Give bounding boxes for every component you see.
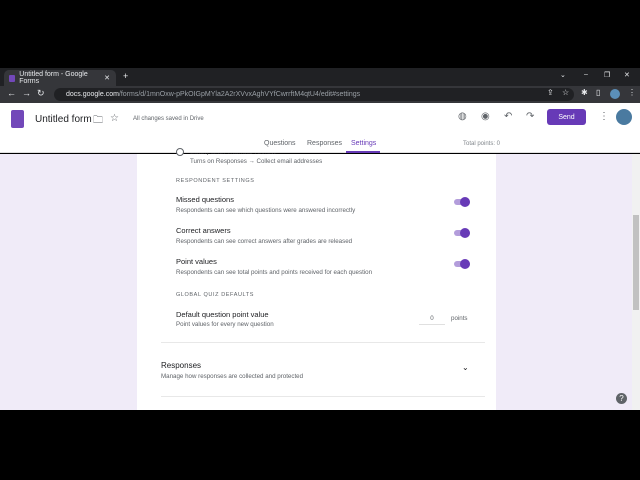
bookmark-star-icon[interactable]: ☆ [562,88,569,97]
tab-title: Untitled form - Google Forms [19,71,88,85]
profile-avatar[interactable] [610,89,620,99]
form-title[interactable]: Untitled form [35,114,92,125]
point-values-desc: Respondents can see total points and poi… [176,269,373,276]
close-window-icon[interactable]: ✕ [624,71,630,79]
responses-section-title[interactable]: Responses [161,361,201,370]
reload-icon[interactable]: ↻ [37,88,45,99]
close-tab-icon[interactable]: ✕ [104,74,110,82]
active-tab-indicator [346,151,380,153]
redo-icon[interactable]: ↷ [526,111,534,122]
folder-icon[interactable]: 🗀 [93,113,103,130]
back-icon[interactable]: ← [7,88,16,98]
palette-icon[interactable]: ◍ [458,111,467,122]
option-desc: Turns on Responses → Collect email addre… [190,158,323,165]
new-tab-icon[interactable]: + [123,71,128,81]
default-point-title: Default question point value [176,310,269,319]
side-panel-icon[interactable]: ▯ [596,88,600,97]
global-defaults-heading: GLOBAL QUIZ DEFAULTS [176,292,255,298]
point-values-title: Point values [176,257,217,266]
minimize-icon[interactable]: – [584,71,588,78]
preview-eye-icon[interactable]: ◉ [481,111,490,122]
browser-tab[interactable]: Untitled form - Google Forms ✕ [4,70,116,86]
forward-icon[interactable]: → [22,88,31,98]
correct-answers-desc: Respondents can see correct answers afte… [176,238,353,245]
divider [161,396,485,397]
divider [161,342,485,343]
tab-responses[interactable]: Responses [307,140,342,147]
forms-logo-icon[interactable] [11,110,24,128]
send-button[interactable]: Send [547,109,586,125]
respondent-settings-heading: RESPONDENT SETTINGS [176,178,255,184]
settings-card [137,154,496,410]
point-values-toggle[interactable] [454,259,470,269]
radio-button[interactable] [176,148,184,156]
more-options-icon[interactable]: ⋮ [599,111,609,122]
account-avatar[interactable] [616,109,632,125]
forms-favicon-icon [9,74,16,82]
missed-questions-desc: Respondents can see which questions were… [176,207,356,214]
undo-icon[interactable]: ↶ [504,111,512,122]
url-input[interactable]: docs.google.com/forms/d/1mnOxw-pPkOIGpMY… [54,88,574,101]
scrollbar-thumb[interactable] [633,215,639,310]
responses-section-desc: Manage how responses are collected and p… [161,373,304,380]
expand-chevron-icon[interactable]: ⌄ [462,363,469,372]
default-point-desc: Point values for every new question [176,321,274,328]
correct-answers-title: Correct answers [176,226,231,235]
total-points: Total points: 0 [463,141,501,147]
restore-icon[interactable]: ❐ [604,71,610,79]
url-domain: docs.google.com [66,91,119,98]
extensions-icon[interactable]: ✱ [581,88,588,97]
missed-questions-toggle[interactable] [454,197,470,207]
share-icon[interactable]: ⇪ [547,88,554,97]
tab-questions[interactable]: Questions [264,140,296,147]
save-status: All changes saved in Drive [133,116,204,122]
url-path: /forms/d/1mnOxw-pPkOIGpMYla2A2rXVvxAghVY… [118,91,361,98]
missed-questions-title: Missed questions [176,195,234,204]
star-icon[interactable]: ☆ [110,113,119,124]
point-value-input[interactable]: 0 [419,315,445,325]
tab-search-icon[interactable]: ⌄ [560,71,566,79]
tab-settings[interactable]: Settings [351,140,376,147]
correct-answers-toggle[interactable] [454,228,470,238]
points-unit: points [451,315,468,322]
help-icon[interactable]: ? [616,393,627,404]
browser-menu-icon[interactable]: ⋮ [628,88,636,97]
